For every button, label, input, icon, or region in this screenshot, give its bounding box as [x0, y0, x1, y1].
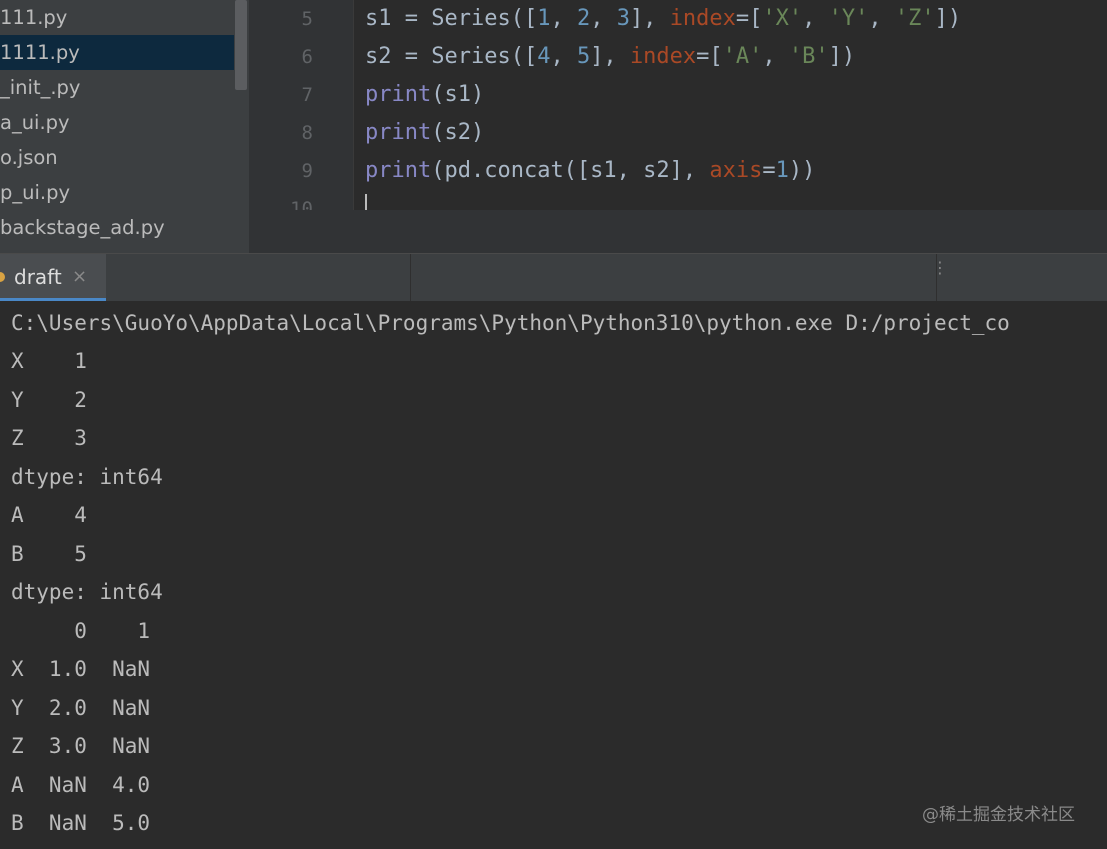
python-run-icon — [0, 272, 5, 282]
run-toolwindow-header: draft × ⋮ — [0, 253, 1107, 301]
editor-bottom-area — [249, 210, 1107, 253]
code-token: s2 = Series([ — [365, 44, 538, 69]
code-token: ], — [590, 44, 630, 69]
tree-item-label: 111.py — [0, 6, 68, 29]
console-line: Y 2.0 NaN — [11, 696, 151, 720]
code-token: )) — [788, 158, 816, 183]
code-token-param: axis — [709, 158, 763, 183]
line-number-gutter: 5 6 7 8 9 10 — [249, 0, 353, 220]
run-tab-draft[interactable]: draft × — [0, 254, 106, 301]
line-number: 7 — [301, 84, 313, 106]
line-number: 9 — [301, 160, 313, 182]
code-token: , — [590, 6, 617, 31]
tree-item-label: _init_.py — [0, 76, 81, 99]
console-line: dtype: int64 — [11, 580, 163, 604]
gutter-divider — [353, 0, 354, 210]
console-line: 0 1 — [11, 619, 151, 643]
code-token-kw: print — [365, 120, 432, 145]
code-token-num: 2 — [576, 6, 591, 31]
close-icon[interactable]: × — [72, 254, 87, 300]
code-editor[interactable]: 5 6 7 8 9 10 s1 = Series([1, 2, 3], inde… — [249, 0, 1107, 253]
console-line: B NaN 5.0 — [11, 811, 151, 835]
code-token-num: 3 — [616, 6, 630, 31]
line-number: 8 — [301, 122, 313, 144]
text-caret — [365, 194, 367, 210]
code-token: s1 = Series([ — [365, 6, 538, 31]
console-line: B 5 — [11, 542, 87, 566]
run-console-output[interactable]: C:\Users\GuoYo\AppData\Local\Programs\Py… — [0, 301, 1107, 849]
code-token: ], — [629, 6, 670, 31]
code-token: =[ — [696, 44, 723, 69]
console-line: C:\Users\GuoYo\AppData\Local\Programs\Py… — [11, 311, 1010, 335]
code-token: , — [550, 44, 577, 69]
code-token: (pd.concat([s1, s2], — [431, 158, 710, 183]
tree-item-file[interactable]: _init_.py — [0, 70, 234, 105]
console-line: A 4 — [11, 503, 87, 527]
run-tab-label: draft — [14, 265, 62, 289]
console-line: A NaN 4.0 — [11, 773, 151, 797]
code-line[interactable]: s1 = Series([1, 2, 3], index=['X', 'Y', … — [365, 0, 961, 38]
console-line: Y 2 — [11, 388, 87, 412]
code-token: , — [550, 6, 577, 31]
tree-item-label: 1111.py — [0, 41, 80, 64]
tree-item-label: backstage_ad.py — [0, 216, 165, 239]
watermark: @稀土掘金技术社区 — [922, 805, 1075, 825]
console-line: Z 3 — [11, 426, 87, 450]
tree-item-label: o.json — [0, 146, 58, 169]
tree-item-label: p_ui.py — [0, 181, 71, 204]
code-token: , — [802, 6, 829, 31]
tree-item-file[interactable]: a_ui.py — [0, 105, 234, 140]
console-line: X 1.0 NaN — [11, 657, 151, 681]
code-token-num: 1 — [775, 158, 789, 183]
code-token-kw: print — [365, 158, 432, 183]
code-token-str: 'X' — [762, 6, 803, 31]
console-line: dtype: int64 — [11, 465, 163, 489]
code-token-num: 1 — [537, 6, 551, 31]
code-token-param: index — [669, 6, 736, 31]
code-token: =[ — [735, 6, 763, 31]
code-token: , — [868, 6, 895, 31]
code-token: ]) — [934, 6, 962, 31]
console-line: X 1 — [11, 349, 87, 373]
code-token: ]) — [828, 44, 856, 69]
code-token-param: index — [629, 44, 697, 69]
code-token-str: 'B' — [788, 44, 829, 69]
tree-scrollbar-thumb[interactable] — [235, 0, 247, 90]
code-token-num: 4 — [537, 44, 551, 69]
console-line: Z 3.0 NaN — [11, 734, 151, 758]
tree-item-label: a_ui.py — [0, 111, 70, 134]
tree-item-file[interactable]: o.json — [0, 140, 234, 175]
line-number: 5 — [301, 8, 313, 30]
code-token: (s1) — [431, 82, 485, 107]
tree-item-file[interactable]: backstage_ad.py — [0, 210, 234, 245]
code-token: (s2) — [431, 120, 485, 145]
line-number: 6 — [301, 46, 313, 68]
code-token-kw: print — [365, 82, 432, 107]
code-token: = — [762, 158, 776, 183]
tree-item-file[interactable]: p_ui.py — [0, 175, 234, 210]
code-token-str: 'A' — [722, 44, 763, 69]
code-line[interactable]: s2 = Series([4, 5], index=['A', 'B']) — [365, 38, 855, 76]
code-line[interactable]: print(pd.concat([s1, s2], axis=1)) — [365, 152, 815, 190]
tree-item-file-selected[interactable]: 1111.py — [0, 35, 234, 70]
code-line[interactable]: print(s1) — [365, 76, 484, 114]
code-token: , — [762, 44, 789, 69]
project-tree: 111.py 1111.py _init_.py a_ui.py o.json … — [0, 0, 249, 253]
code-line[interactable]: print(s2) — [365, 114, 484, 152]
code-token-str: 'Z' — [894, 6, 935, 31]
code-token-num: 5 — [576, 44, 591, 69]
tree-item-file[interactable]: 111.py — [0, 0, 234, 35]
more-options-icon[interactable]: ⋮ — [932, 260, 948, 288]
header-divider — [410, 254, 411, 301]
code-token-str: 'Y' — [828, 6, 869, 31]
